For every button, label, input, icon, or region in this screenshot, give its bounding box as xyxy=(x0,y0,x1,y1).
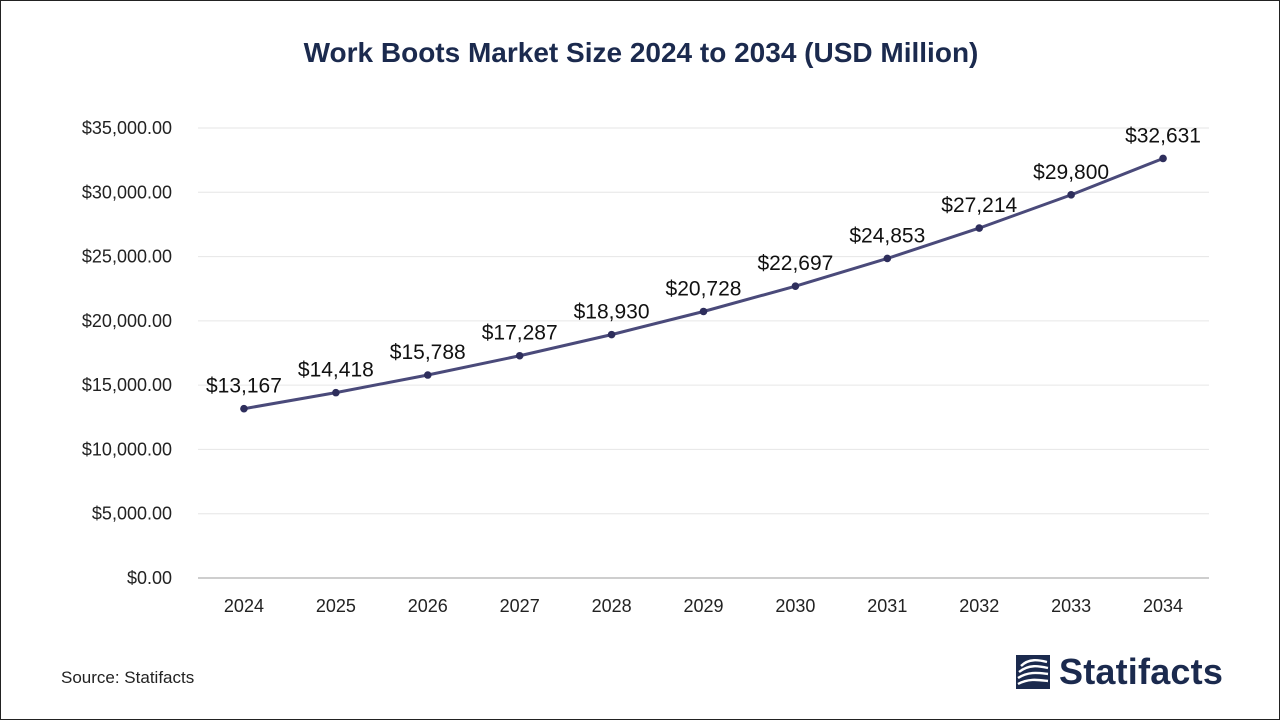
y-tick-label: $20,000.00 xyxy=(82,311,172,331)
data-label: $18,930 xyxy=(574,301,650,324)
data-label: $13,167 xyxy=(206,375,282,398)
data-point xyxy=(791,282,800,290)
y-tick-label: $35,000.00 xyxy=(82,118,172,138)
brand-name: Statifacts xyxy=(1059,651,1224,692)
data-point xyxy=(607,330,616,339)
y-tick-label: $25,000.00 xyxy=(82,247,172,267)
data-point xyxy=(975,224,984,232)
y-tick-label: $5,000.00 xyxy=(92,504,172,524)
data-label: $29,800 xyxy=(1033,161,1109,184)
data-label: $24,853 xyxy=(849,224,925,247)
x-tick-label: 2025 xyxy=(316,596,356,616)
y-tick-label: $0.00 xyxy=(127,568,172,588)
line-chart: $0.00 $5,000.00 $10,000.00 $15,000.00 $20,00… xyxy=(82,118,1209,616)
data-label: $22,697 xyxy=(757,252,833,275)
x-tick-label: 2032 xyxy=(959,596,999,616)
x-tick-label: 2026 xyxy=(408,596,448,616)
brand-logo: Statifacts xyxy=(1015,651,1223,693)
data-point xyxy=(699,307,708,316)
x-tick-label: 2030 xyxy=(775,596,815,616)
data-point xyxy=(1159,154,1167,163)
data-point xyxy=(240,404,248,413)
data-point xyxy=(332,388,340,397)
x-tick-label: 2024 xyxy=(224,596,264,616)
x-tick-label: 2027 xyxy=(500,596,540,616)
data-label: $17,287 xyxy=(482,322,558,345)
data-label: $32,631 xyxy=(1125,124,1201,147)
data-point xyxy=(515,351,524,360)
data-point xyxy=(423,371,432,379)
chart-frame: Work Boots Market Size 2024 to 2034 (USD… xyxy=(0,0,1280,720)
y-tick-label: $30,000.00 xyxy=(82,182,172,202)
source-note: Source: Statifacts xyxy=(61,668,195,687)
x-tick-label: 2034 xyxy=(1143,596,1183,616)
data-point xyxy=(1067,191,1075,199)
data-label: $14,418 xyxy=(298,359,374,382)
data-label: $20,728 xyxy=(666,277,742,300)
data-point xyxy=(883,254,892,263)
data-label: $27,214 xyxy=(941,194,1017,217)
x-tick-label: 2028 xyxy=(592,596,632,616)
statifacts-logo-icon xyxy=(1016,655,1050,689)
x-tick-label: 2031 xyxy=(867,596,907,616)
y-tick-label: $15,000.00 xyxy=(82,375,172,395)
x-tick-label: 2033 xyxy=(1051,596,1091,616)
x-tick-label: 2029 xyxy=(683,596,723,616)
y-tick-label: $10,000.00 xyxy=(82,439,172,459)
data-label: $15,788 xyxy=(390,341,466,364)
